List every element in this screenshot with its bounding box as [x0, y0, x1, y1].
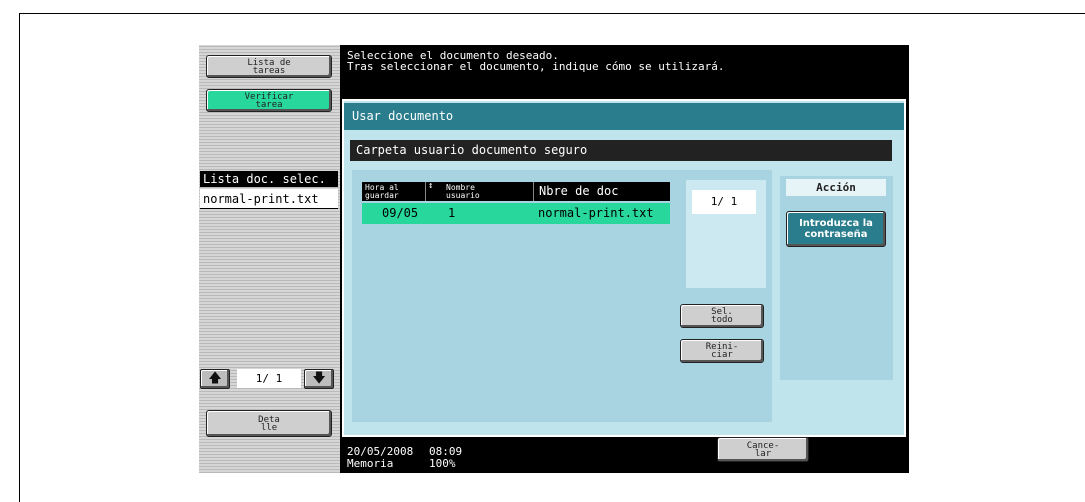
check-job-button[interactable]: Verificar tarea [206, 89, 332, 112]
action-panel [780, 176, 893, 380]
cancel-button[interactable]: Cance- lar [717, 437, 809, 462]
folder-title: Carpeta usuario documento seguro [350, 140, 892, 161]
row-docname: normal-print.txt [538, 206, 654, 220]
message-line-2: Tras seleccionar el documento, indique c… [347, 60, 725, 73]
selected-list-title: Lista doc. selec. [200, 171, 338, 187]
page-down-button[interactable]: 🡇 [304, 369, 334, 389]
reset-button[interactable]: Reini- ciar [680, 339, 764, 363]
column-header-user[interactable]: Nombre usuario [444, 182, 534, 201]
instruction-message: Seleccione el documento deseado. Tras se… [347, 50, 725, 72]
enter-password-button[interactable]: Introduzca la contraseña [786, 211, 886, 247]
status-bar [342, 437, 909, 473]
arrow-down-icon: 🡇 [312, 371, 326, 386]
row-time: 09/05 [382, 206, 419, 220]
job-list-button[interactable]: Lista de tareas [206, 55, 332, 78]
arrow-up-icon: 🡅 [208, 371, 222, 386]
memory-value: 100% [429, 457, 456, 470]
selected-list-item[interactable]: normal-print.txt [200, 189, 338, 209]
row-user: 1 [448, 206, 456, 220]
dialog-title: Usar documento [344, 103, 904, 130]
action-label: Acción [786, 179, 886, 196]
sidebar-pager: 🡅 1/ 1 🡇 [200, 368, 338, 390]
detail-button[interactable]: Deta lle [206, 410, 332, 437]
table-row[interactable]: 09/05 1 normal-print.txt [362, 203, 670, 224]
memory-label: Memoria [347, 457, 394, 470]
sort-icon: ↕ [428, 181, 434, 191]
sidebar-page-indicator: 1/ 1 [237, 369, 301, 388]
column-header-docname[interactable]: Nbre de doc [536, 182, 666, 201]
select-all-button[interactable]: Sel. todo [680, 304, 764, 328]
page-up-button[interactable]: 🡅 [200, 369, 230, 389]
page-indicator: 1/ 1 [692, 190, 756, 214]
table-header: Hora al guardar ↕ Nombre usuario Nbre de… [362, 182, 670, 201]
column-header-time[interactable]: Hora al guardar [362, 182, 426, 201]
